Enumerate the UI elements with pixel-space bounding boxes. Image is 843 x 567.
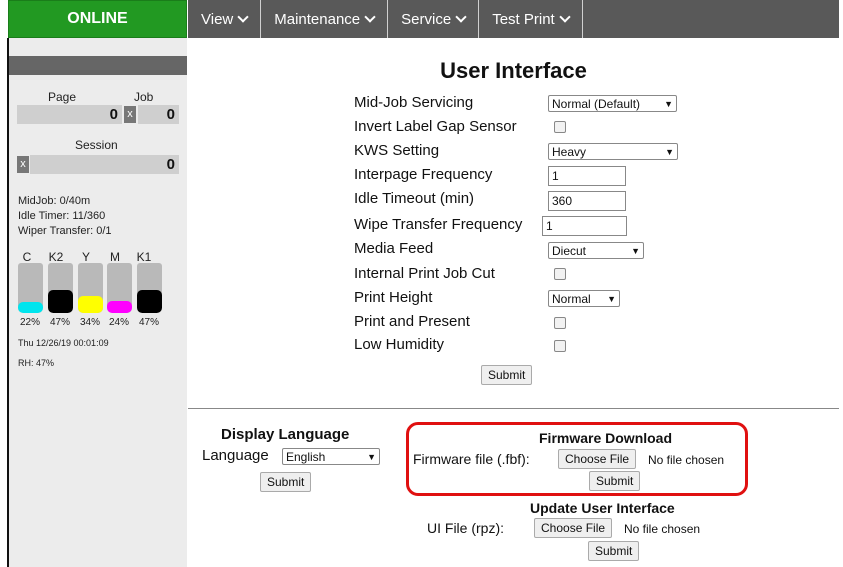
dropdown-arrow-icon: ▼: [631, 245, 640, 256]
nav-service-label: Service: [401, 10, 452, 28]
chevron-down-icon: [237, 10, 249, 23]
chevron-down-icon: [559, 10, 571, 23]
language-submit-button[interactable]: Submit: [260, 472, 312, 492]
chevron-down-icon: [364, 10, 376, 23]
ink-level-bar-y: [78, 263, 103, 313]
nav-test-print-menu[interactable]: Test Print: [479, 0, 583, 38]
ui-submit-button[interactable]: Submit: [588, 541, 640, 561]
ink-level-bar-c: [18, 263, 43, 313]
idle-timeout-input[interactable]: 360: [548, 191, 626, 211]
job-counter-label: Job: [134, 90, 154, 104]
internal-print-job-cut-checkbox[interactable]: [554, 268, 566, 280]
ink-pct-c: 22%: [19, 317, 40, 328]
page-job-counters: 0 x 0: [17, 105, 179, 124]
reset-session-button[interactable]: x: [17, 156, 29, 173]
kws-setting-value: Heavy: [552, 144, 587, 159]
nav-view-menu[interactable]: View: [188, 0, 262, 38]
dropdown-arrow-icon: ▼: [367, 451, 376, 462]
session-counter-value: 0: [30, 155, 179, 174]
midjob-stat: MidJob: 0/40m: [18, 195, 91, 207]
internal-print-job-cut-label: Internal Print Job Cut: [354, 265, 495, 282]
ink-fill-c: [18, 302, 43, 313]
nav-maintenance-menu[interactable]: Maintenance: [261, 0, 389, 38]
ui-no-file-text: No file chosen: [624, 522, 701, 536]
idle-timeout-label: Idle Timeout (min): [354, 190, 475, 207]
nav-view-label: View: [201, 10, 234, 28]
language-value: English: [286, 449, 326, 464]
display-language-title: Display Language: [221, 426, 350, 443]
dropdown-arrow-icon: ▼: [664, 98, 673, 109]
media-feed-select[interactable]: Diecut ▼: [548, 242, 644, 259]
print-and-present-label: Print and Present: [354, 313, 470, 330]
low-humidity-checkbox[interactable]: [554, 340, 566, 352]
kws-setting-label: KWS Setting: [354, 142, 440, 159]
print-height-select[interactable]: Normal ▼: [548, 290, 620, 307]
ink-pct-m: 24%: [108, 317, 129, 328]
status-panel-header: [8, 56, 187, 75]
interpage-frequency-input[interactable]: 1: [548, 166, 626, 186]
wiper-transfer-stat: Wiper Transfer: 0/1: [18, 225, 112, 237]
media-feed-label: Media Feed: [354, 240, 434, 257]
ui-file-label: UI File (rpz):: [427, 520, 504, 536]
ink-pct-y: 34%: [79, 317, 100, 328]
mid-job-servicing-select[interactable]: Normal (Default) ▼: [548, 95, 677, 112]
submit-settings-button[interactable]: Submit: [481, 365, 533, 385]
humidity-text: RH: 47%: [18, 358, 55, 368]
wipe-transfer-frequency-input[interactable]: 1: [542, 216, 627, 236]
chevron-down-icon: [455, 10, 467, 23]
firmware-highlight-box: [406, 422, 748, 496]
ink-pct-k1: 47%: [138, 317, 159, 328]
nav-service-menu[interactable]: Service: [388, 0, 480, 38]
page-counter-label: Page: [48, 90, 77, 104]
section-divider: [188, 408, 839, 409]
update-ui-title: Update User Interface: [530, 500, 675, 516]
language-select[interactable]: English ▼: [282, 448, 380, 465]
ink-label-c: C: [22, 250, 32, 264]
invert-label-gap-sensor-checkbox[interactable]: [554, 121, 566, 133]
language-label: Language: [202, 447, 269, 464]
ink-label-k1: K1: [136, 250, 152, 264]
session-counter: x 0: [17, 155, 179, 174]
ink-fill-k1: [137, 289, 162, 313]
datetime-text: Thu 12/26/19 00:01:09: [18, 338, 109, 348]
ink-label-m: M: [110, 250, 120, 264]
reset-page-button[interactable]: x: [124, 106, 136, 123]
idle-timer-stat: Idle Timer: 11/360: [18, 210, 106, 222]
dropdown-arrow-icon: ▼: [665, 146, 674, 157]
ink-label-k2: K2: [48, 250, 64, 264]
interpage-frequency-label: Interpage Frequency: [354, 166, 493, 183]
nav-test-print-label: Test Print: [492, 10, 555, 28]
mid-job-servicing-label: Mid-Job Servicing: [354, 94, 474, 111]
page-counter-value: 0: [17, 105, 122, 124]
page-title: User Interface: [440, 58, 587, 83]
status-panel: Page Job 0 x 0 Session x 0 MidJob: 0/40m…: [8, 38, 187, 567]
ink-pct-k2: 47%: [49, 317, 70, 328]
ink-fill-m: [107, 301, 132, 313]
invert-label-gap-sensor-label: Invert Label Gap Sensor: [354, 118, 517, 135]
nav-maintenance-label: Maintenance: [274, 10, 361, 28]
top-bar: ONLINE View Maintenance Service Test Pri…: [0, 0, 843, 38]
ink-label-y: Y: [81, 250, 90, 264]
job-counter-value: 0: [138, 105, 179, 124]
ink-fill-k2: [48, 289, 73, 313]
dropdown-arrow-icon: ▼: [607, 293, 616, 304]
ink-level-bar-k2: [48, 263, 73, 313]
low-humidity-label: Low Humidity: [354, 336, 445, 353]
print-height-label: Print Height: [354, 289, 433, 306]
left-divider: [7, 38, 9, 567]
status-online-badge: ONLINE: [8, 0, 187, 38]
ink-level-bar-m: [107, 263, 132, 313]
session-counter-label: Session: [75, 138, 118, 152]
print-height-value: Normal: [552, 291, 591, 306]
ink-fill-y: [78, 296, 103, 313]
media-feed-value: Diecut: [552, 243, 587, 258]
wipe-transfer-frequency-label: Wipe Transfer Frequency: [354, 216, 523, 233]
print-and-present-checkbox[interactable]: [554, 317, 566, 329]
kws-setting-select[interactable]: Heavy ▼: [548, 143, 678, 160]
ui-choose-file-button[interactable]: Choose File: [534, 518, 613, 538]
mid-job-servicing-value: Normal (Default): [552, 96, 641, 111]
ink-level-bar-k1: [137, 263, 162, 313]
main-nav: View Maintenance Service Test Print: [188, 0, 839, 38]
